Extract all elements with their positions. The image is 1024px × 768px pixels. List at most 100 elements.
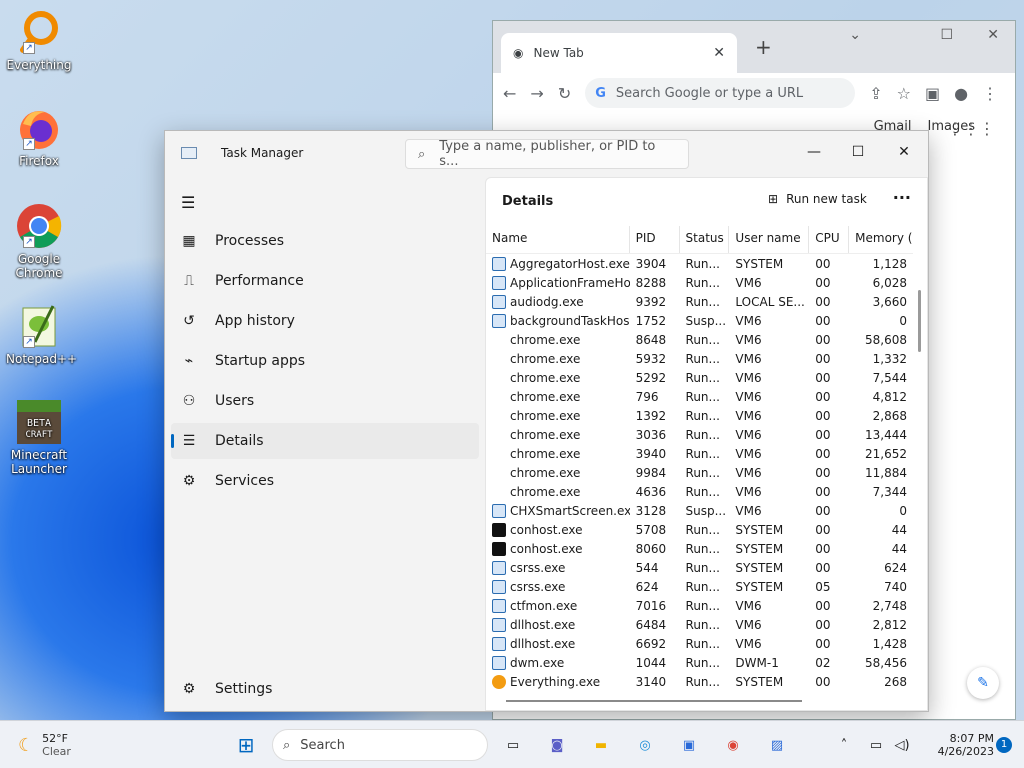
sidepanel-icon[interactable]: ▣ [925,84,940,103]
table-row[interactable]: CHXSmartScreen.exe 3128 Susp... VM6 00 0 [486,501,913,520]
nav-performance[interactable]: ⎍ Performance [171,263,479,299]
task-manager-window[interactable]: Task Manager ⌕ Type a name, publisher, o… [164,130,929,712]
table-row[interactable]: dllhost.exe 6484 Run... VM6 00 2,812 [486,615,913,634]
desktop-icon-chrome[interactable]: ↗ Google Chrome [6,202,72,280]
vertical-scrollbar[interactable] [918,290,921,352]
customize-pencil-icon[interactable]: ✎ [967,667,999,699]
chat-icon[interactable]: ◙ [544,721,570,768]
edge-icon[interactable]: ◎ [632,721,658,768]
col-cpu[interactable]: CPU [809,226,850,253]
chrome-tab[interactable]: ◉ New Tab ✕ [501,33,737,73]
close-button[interactable]: ✕ [881,137,927,167]
table-row[interactable]: backgroundTaskHos... 1752 Susp... VM6 00 0 [486,311,913,330]
table-row[interactable]: conhost.exe 5708 Run... SYSTEM 00 44 [486,520,913,539]
table-row[interactable]: chrome.exe 4636 Run... VM6 00 7,344 [486,482,913,501]
maximize-icon[interactable]: ☐ [940,27,953,43]
share-icon[interactable]: ⇪ [869,84,882,103]
taskbar-search[interactable]: ⌕ Search [272,729,488,761]
col-name[interactable]: Name [486,226,630,253]
table-row[interactable]: chrome.exe 3036 Run... VM6 00 13,444 [486,425,913,444]
app-process-icon [492,560,506,575]
table-row[interactable]: dwm.exe 1044 Run... DWM-1 02 58,456 [486,653,913,672]
network-icon[interactable]: ▭ [866,721,886,768]
table-row[interactable]: ApplicationFrameHo... 8288 Run... VM6 00 6,02… [486,273,913,292]
cell-cpu: 00 [815,560,831,575]
nav-users[interactable]: ⚇ Users [171,383,479,419]
table-row[interactable]: AggregatorHost.exe 3904 Run... SYSTEM 00 1,12… [486,254,913,273]
volume-icon[interactable]: ◁) [892,721,912,768]
horizontal-scrollbar[interactable] [506,700,802,702]
store-icon[interactable]: ▣ [676,721,702,768]
task-manager-taskbar-icon[interactable]: ▨ [764,721,790,768]
weather-widget[interactable]: ☾ 52°F Clear [18,721,71,768]
table-row[interactable]: chrome.exe 5292 Run... VM6 00 7,544 [486,368,913,387]
cell-name: dwm.exe [486,655,630,670]
star-icon[interactable]: ☆ [897,84,911,103]
desktop-icon-firefox[interactable]: ↗ Firefox [6,104,72,168]
col-user[interactable]: User name [729,226,810,253]
table-row[interactable]: chrome.exe 3940 Run... VM6 00 21,652 [486,444,913,463]
svg-text:BETA: BETA [27,418,51,429]
table-row[interactable]: ctfmon.exe 7016 Run... VM6 00 2,748 [486,596,913,615]
start-icon[interactable]: ⊞ [232,721,260,768]
close-tab-icon[interactable]: ✕ [713,45,725,61]
desktop-icon-everything[interactable]: ↗ Everything [6,8,72,72]
nav-processes[interactable]: ▦ Processes [171,223,479,259]
col-memory[interactable]: Memory ( [849,226,913,253]
app-process-icon [492,313,506,328]
desktop-icon-notepadpp[interactable]: ↗ Notepad++ [6,302,77,366]
address-bar[interactable]: G Search Google or type a URL [585,78,856,108]
nav-app-history[interactable]: ↺ App history [171,303,479,339]
profile-icon[interactable]: ● [954,84,968,103]
file-explorer-icon[interactable]: ▬ [588,721,614,768]
more-options-icon[interactable]: ··· [893,188,911,207]
table-row[interactable]: csrss.exe 624 Run... SYSTEM 05 740 [486,577,913,596]
menu-icon[interactable]: ⋮ [982,84,998,103]
table-row[interactable]: csrss.exe 544 Run... SYSTEM 00 624 [486,558,913,577]
clock[interactable]: 8:07 PM 4/26/2023 [938,721,994,768]
reload-icon[interactable]: ↻ [558,84,571,103]
chrome-taskbar-icon[interactable]: ◉ [720,721,746,768]
minimize-button[interactable]: — [791,137,837,167]
process-name: ApplicationFrameHo... [510,275,630,290]
table-row[interactable]: chrome.exe 796 Run... VM6 00 4,812 [486,387,913,406]
desktop-label: Firefox [19,154,59,168]
chrome-icon: ↗ [15,202,63,250]
run-new-task-label: Run new task [786,192,867,206]
nav-startup-apps[interactable]: ⌁ Startup apps [171,343,479,379]
app-process-icon [492,617,506,632]
hamburger-menu-icon[interactable]: ☰ [181,193,195,212]
table-row[interactable]: audiodg.exe 9392 Run... LOCAL SE... 00 3,660 [486,292,913,311]
close-window-icon[interactable]: ✕ [987,27,999,43]
search-input[interactable]: ⌕ Type a name, publisher, or PID to s... [405,139,689,169]
table-row[interactable]: chrome.exe 9984 Run... VM6 00 11,884 [486,463,913,482]
cell-user-name: VM6 [735,351,762,366]
table-row[interactable]: dllhost.exe 6692 Run... VM6 00 1,428 [486,634,913,653]
nav-details[interactable]: ☰ Details [171,423,479,459]
nav-settings[interactable]: ⚙ Settings [171,671,479,707]
task-view-icon[interactable]: ▭ [500,721,526,768]
notification-badge[interactable]: 1 [996,737,1012,753]
table-row[interactable]: chrome.exe 1392 Run... VM6 00 2,868 [486,406,913,425]
cell-status: Run... [685,579,720,594]
nav-services[interactable]: ⚙ Services [171,463,479,499]
table-row[interactable]: chrome.exe 5932 Run... VM6 00 1,332 [486,349,913,368]
new-tab-button[interactable]: + [755,35,772,59]
back-icon[interactable]: ← [503,84,516,103]
desktop-icon-minecraft[interactable]: BETA CRAFT Minecraft Launcher [6,398,72,476]
cell-cpu: 02 [815,655,831,670]
chevron-up-icon[interactable]: ˄ [836,721,852,768]
cell-memory: 21,652 [865,446,907,461]
run-new-task-button[interactable]: ⊞ Run new task [768,192,867,206]
chevron-down-icon[interactable]: ⌄ [849,27,861,43]
table-row[interactable]: Everything.exe 3140 Run... SYSTEM 00 268 [486,672,913,691]
cell-status: Run... [685,674,720,689]
forward-icon[interactable]: → [530,84,543,103]
col-pid[interactable]: PID [630,226,680,253]
maximize-button[interactable]: ☐ [835,137,881,167]
apps-grid-icon[interactable]: ⋮⋮⋮ [947,119,995,138]
col-status[interactable]: Status [680,226,730,253]
cell-cpu: 00 [815,503,831,518]
table-row[interactable]: chrome.exe 8648 Run... VM6 00 58,608 [486,330,913,349]
table-row[interactable]: conhost.exe 8060 Run... SYSTEM 00 44 [486,539,913,558]
